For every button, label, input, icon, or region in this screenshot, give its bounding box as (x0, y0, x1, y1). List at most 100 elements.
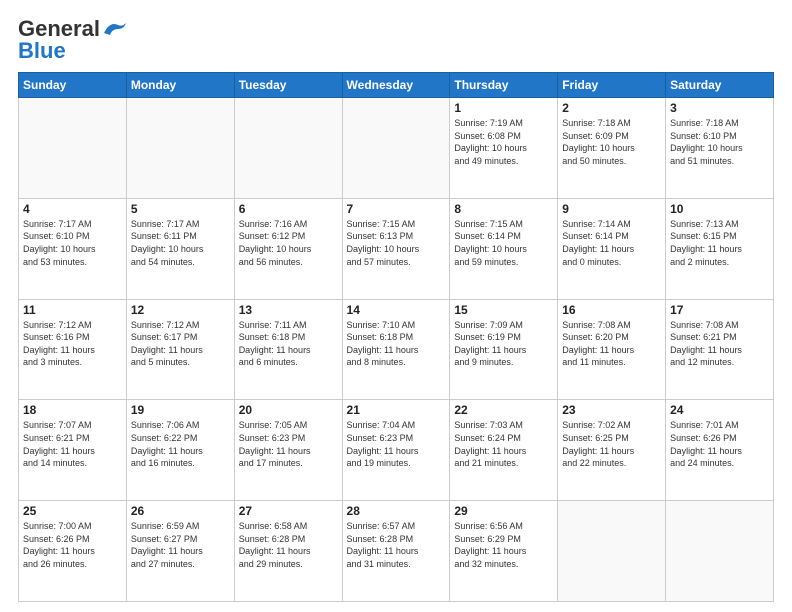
calendar-cell: 24 Sunrise: 7:01 AM Sunset: 6:26 PM Dayli… (666, 400, 774, 501)
calendar-cell: 23 Sunrise: 7:02 AM Sunset: 6:25 PM Dayli… (558, 400, 666, 501)
calendar-cell (126, 98, 234, 199)
day-number: 14 (347, 303, 446, 317)
day-info: Sunrise: 7:07 AM Sunset: 6:21 PM Dayligh… (23, 419, 122, 469)
calendar-cell: 9 Sunrise: 7:14 AM Sunset: 6:14 PM Daylig… (558, 198, 666, 299)
day-info: Sunrise: 6:56 AM Sunset: 6:29 PM Dayligh… (454, 520, 553, 570)
day-number: 22 (454, 403, 553, 417)
day-info: Sunrise: 6:58 AM Sunset: 6:28 PM Dayligh… (239, 520, 338, 570)
calendar-cell (558, 501, 666, 602)
day-info: Sunrise: 7:11 AM Sunset: 6:18 PM Dayligh… (239, 319, 338, 369)
weekday-header: Wednesday (342, 73, 450, 98)
calendar-cell: 6 Sunrise: 7:16 AM Sunset: 6:12 PM Daylig… (234, 198, 342, 299)
day-info: Sunrise: 7:15 AM Sunset: 6:14 PM Dayligh… (454, 218, 553, 268)
day-info: Sunrise: 7:18 AM Sunset: 6:10 PM Dayligh… (670, 117, 769, 167)
logo: General Blue (18, 16, 128, 64)
day-info: Sunrise: 7:04 AM Sunset: 6:23 PM Dayligh… (347, 419, 446, 469)
calendar-body: 1 Sunrise: 7:19 AM Sunset: 6:08 PM Daylig… (19, 98, 774, 602)
day-info: Sunrise: 7:10 AM Sunset: 6:18 PM Dayligh… (347, 319, 446, 369)
calendar-cell: 20 Sunrise: 7:05 AM Sunset: 6:23 PM Dayli… (234, 400, 342, 501)
calendar-week-row: 4 Sunrise: 7:17 AM Sunset: 6:10 PM Daylig… (19, 198, 774, 299)
day-info: Sunrise: 7:14 AM Sunset: 6:14 PM Dayligh… (562, 218, 661, 268)
day-number: 23 (562, 403, 661, 417)
day-info: Sunrise: 7:18 AM Sunset: 6:09 PM Dayligh… (562, 117, 661, 167)
day-number: 20 (239, 403, 338, 417)
day-info: Sunrise: 7:19 AM Sunset: 6:08 PM Dayligh… (454, 117, 553, 167)
calendar-cell: 12 Sunrise: 7:12 AM Sunset: 6:17 PM Dayli… (126, 299, 234, 400)
day-number: 13 (239, 303, 338, 317)
calendar-cell: 19 Sunrise: 7:06 AM Sunset: 6:22 PM Dayli… (126, 400, 234, 501)
weekday-header: Monday (126, 73, 234, 98)
day-number: 18 (23, 403, 122, 417)
day-number: 5 (131, 202, 230, 216)
weekday-header: Saturday (666, 73, 774, 98)
day-number: 21 (347, 403, 446, 417)
calendar-cell: 13 Sunrise: 7:11 AM Sunset: 6:18 PM Dayli… (234, 299, 342, 400)
calendar-week-row: 11 Sunrise: 7:12 AM Sunset: 6:16 PM Dayli… (19, 299, 774, 400)
day-info: Sunrise: 7:08 AM Sunset: 6:20 PM Dayligh… (562, 319, 661, 369)
day-number: 17 (670, 303, 769, 317)
calendar-cell: 1 Sunrise: 7:19 AM Sunset: 6:08 PM Daylig… (450, 98, 558, 199)
calendar-cell: 4 Sunrise: 7:17 AM Sunset: 6:10 PM Daylig… (19, 198, 127, 299)
day-number: 15 (454, 303, 553, 317)
day-info: Sunrise: 7:12 AM Sunset: 6:17 PM Dayligh… (131, 319, 230, 369)
day-info: Sunrise: 7:08 AM Sunset: 6:21 PM Dayligh… (670, 319, 769, 369)
day-info: Sunrise: 7:12 AM Sunset: 6:16 PM Dayligh… (23, 319, 122, 369)
calendar-cell: 8 Sunrise: 7:15 AM Sunset: 6:14 PM Daylig… (450, 198, 558, 299)
day-number: 2 (562, 101, 661, 115)
day-number: 12 (131, 303, 230, 317)
day-number: 19 (131, 403, 230, 417)
calendar-cell (666, 501, 774, 602)
day-number: 25 (23, 504, 122, 518)
day-info: Sunrise: 7:00 AM Sunset: 6:26 PM Dayligh… (23, 520, 122, 570)
calendar-cell: 28 Sunrise: 6:57 AM Sunset: 6:28 PM Dayli… (342, 501, 450, 602)
calendar-cell: 16 Sunrise: 7:08 AM Sunset: 6:20 PM Dayli… (558, 299, 666, 400)
day-number: 11 (23, 303, 122, 317)
calendar-cell: 17 Sunrise: 7:08 AM Sunset: 6:21 PM Dayli… (666, 299, 774, 400)
day-info: Sunrise: 6:57 AM Sunset: 6:28 PM Dayligh… (347, 520, 446, 570)
day-number: 3 (670, 101, 769, 115)
day-info: Sunrise: 7:02 AM Sunset: 6:25 PM Dayligh… (562, 419, 661, 469)
day-info: Sunrise: 7:13 AM Sunset: 6:15 PM Dayligh… (670, 218, 769, 268)
calendar-week-row: 18 Sunrise: 7:07 AM Sunset: 6:21 PM Dayli… (19, 400, 774, 501)
day-number: 26 (131, 504, 230, 518)
day-info: Sunrise: 7:17 AM Sunset: 6:11 PM Dayligh… (131, 218, 230, 268)
page: General Blue SundayMondayTuesdayWednesda… (0, 0, 792, 612)
day-number: 4 (23, 202, 122, 216)
weekday-header: Thursday (450, 73, 558, 98)
day-number: 16 (562, 303, 661, 317)
weekday-header: Friday (558, 73, 666, 98)
weekday-header: Sunday (19, 73, 127, 98)
day-number: 24 (670, 403, 769, 417)
calendar-cell: 5 Sunrise: 7:17 AM Sunset: 6:11 PM Daylig… (126, 198, 234, 299)
day-number: 6 (239, 202, 338, 216)
day-info: Sunrise: 6:59 AM Sunset: 6:27 PM Dayligh… (131, 520, 230, 570)
calendar-cell: 14 Sunrise: 7:10 AM Sunset: 6:18 PM Dayli… (342, 299, 450, 400)
day-info: Sunrise: 7:05 AM Sunset: 6:23 PM Dayligh… (239, 419, 338, 469)
calendar-cell (234, 98, 342, 199)
day-info: Sunrise: 7:17 AM Sunset: 6:10 PM Dayligh… (23, 218, 122, 268)
day-number: 8 (454, 202, 553, 216)
calendar-cell: 27 Sunrise: 6:58 AM Sunset: 6:28 PM Dayli… (234, 501, 342, 602)
day-number: 28 (347, 504, 446, 518)
day-number: 7 (347, 202, 446, 216)
day-number: 27 (239, 504, 338, 518)
calendar-cell (19, 98, 127, 199)
logo-bird-icon (102, 19, 128, 39)
day-info: Sunrise: 7:01 AM Sunset: 6:26 PM Dayligh… (670, 419, 769, 469)
day-number: 9 (562, 202, 661, 216)
calendar-week-row: 1 Sunrise: 7:19 AM Sunset: 6:08 PM Daylig… (19, 98, 774, 199)
calendar-cell: 7 Sunrise: 7:15 AM Sunset: 6:13 PM Daylig… (342, 198, 450, 299)
calendar-cell: 11 Sunrise: 7:12 AM Sunset: 6:16 PM Dayli… (19, 299, 127, 400)
day-info: Sunrise: 7:16 AM Sunset: 6:12 PM Dayligh… (239, 218, 338, 268)
calendar-cell (342, 98, 450, 199)
calendar-cell: 26 Sunrise: 6:59 AM Sunset: 6:27 PM Dayli… (126, 501, 234, 602)
day-info: Sunrise: 7:15 AM Sunset: 6:13 PM Dayligh… (347, 218, 446, 268)
header: General Blue (18, 16, 774, 64)
day-number: 1 (454, 101, 553, 115)
day-info: Sunrise: 7:03 AM Sunset: 6:24 PM Dayligh… (454, 419, 553, 469)
day-info: Sunrise: 7:09 AM Sunset: 6:19 PM Dayligh… (454, 319, 553, 369)
day-number: 29 (454, 504, 553, 518)
day-info: Sunrise: 7:06 AM Sunset: 6:22 PM Dayligh… (131, 419, 230, 469)
calendar-cell: 10Sunrise: 7:13 AM Sunset: 6:15 PM Dayli… (666, 198, 774, 299)
weekday-header: Tuesday (234, 73, 342, 98)
